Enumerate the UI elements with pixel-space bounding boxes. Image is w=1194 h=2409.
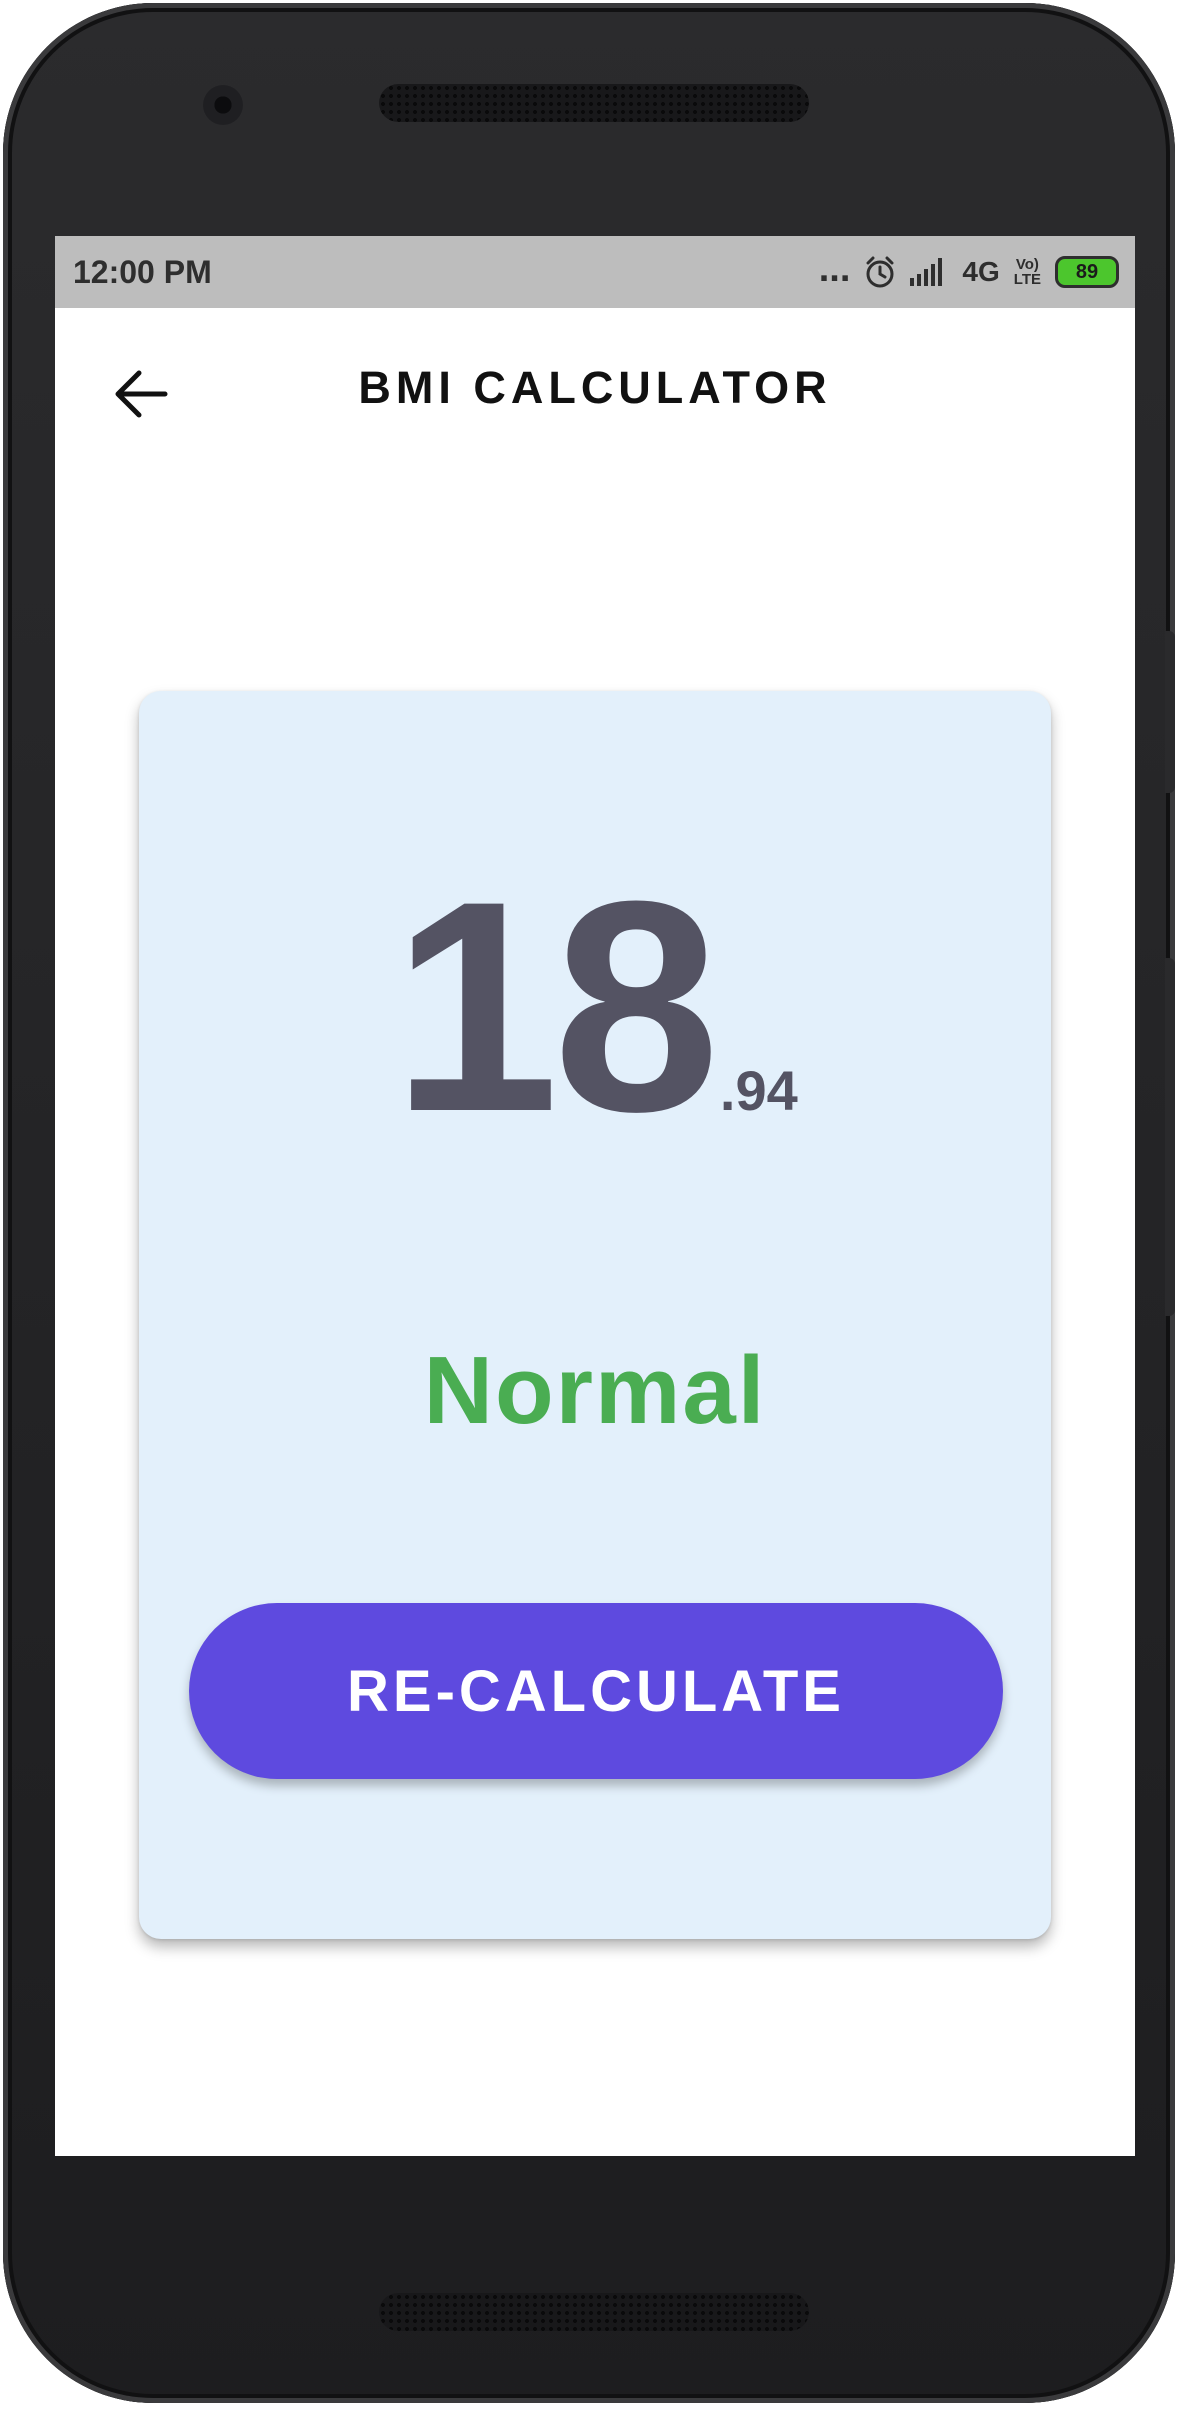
status-time: 12:00 PM (73, 254, 212, 290)
bmi-decimal: .94 (719, 1059, 798, 1122)
bottom-speaker (379, 2293, 809, 2331)
phone-frame: 12:00 PM ... 4G Vo) LTE 89 BMI CALCULATO… (3, 3, 1175, 2403)
signal-strength-icon (910, 258, 948, 286)
status-icons: ... 4G Vo) LTE 89 (818, 248, 1119, 292)
page-title: BMI CALCULATOR (358, 362, 832, 413)
earpiece-speaker (379, 84, 809, 122)
bmi-integer: 18 (392, 838, 720, 1174)
network-type: 4G (962, 256, 1000, 287)
front-camera (203, 85, 243, 125)
alarm-icon (864, 255, 896, 289)
volte-bottom-label: LTE (1013, 271, 1041, 288)
bmi-value: 18.94 (139, 856, 1051, 1156)
app-screen: 12:00 PM ... 4G Vo) LTE 89 BMI CALCULATO… (55, 236, 1135, 2156)
volume-button (1165, 958, 1175, 1316)
bmi-category: Normal (423, 1337, 767, 1444)
status-bar: 12:00 PM ... 4G Vo) LTE 89 (55, 236, 1135, 308)
battery-level: 89 (1075, 260, 1099, 283)
result-card: 18.94 Normal RE-CALCULATE (139, 691, 1051, 1939)
app-bar: BMI CALCULATOR (55, 308, 1135, 478)
more-notifications-icon: ... (818, 248, 851, 290)
battery-icon: 89 (1055, 256, 1119, 288)
recalculate-button[interactable]: RE-CALCULATE (189, 1603, 1003, 1779)
power-button (1165, 631, 1175, 793)
volte-icon: Vo) LTE (1014, 257, 1041, 287)
volte-top-label: Vo) (1015, 256, 1039, 273)
